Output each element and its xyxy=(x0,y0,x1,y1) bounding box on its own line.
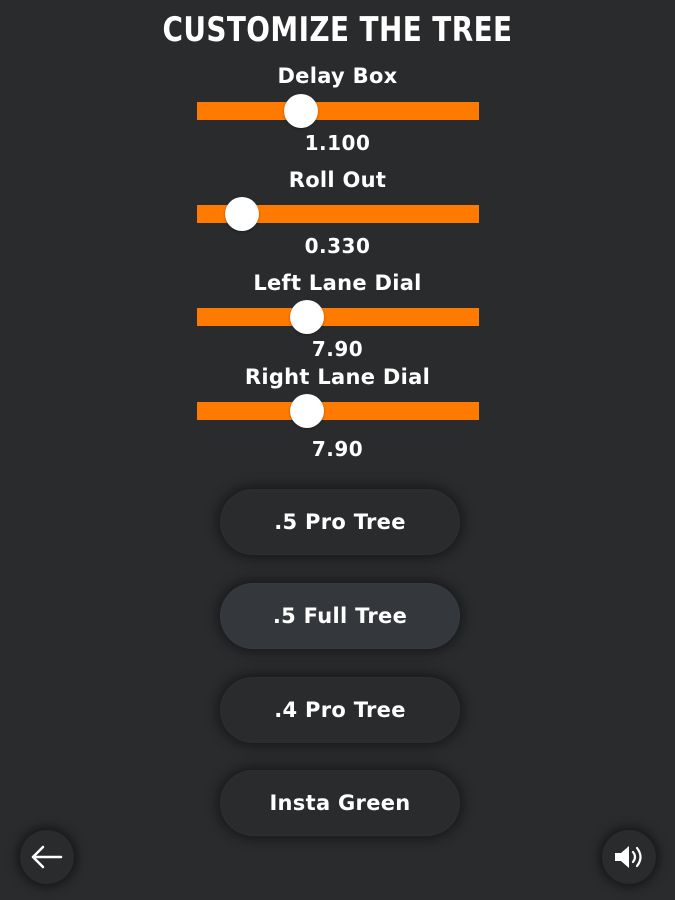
left-lane-dial-slider-thumb[interactable] xyxy=(289,300,324,334)
preset-label: .5 Pro Tree xyxy=(274,510,406,534)
roll-out-slider-thumb[interactable] xyxy=(225,197,260,231)
delay-box-value: 1.100 xyxy=(304,131,371,155)
preset-5-pro-tree-button[interactable]: .5 Pro Tree xyxy=(220,489,460,555)
roll-out-slider[interactable] xyxy=(197,197,479,231)
preset-label: .5 Full Tree xyxy=(272,604,408,628)
customize-tree-screen: CUSTOMIZE THE TREE Delay Box 1.100 Roll … xyxy=(0,0,675,900)
sound-button[interactable] xyxy=(602,830,656,884)
preset-5-full-tree-button[interactable]: .5 Full Tree xyxy=(220,583,460,649)
preset-label: Insta Green xyxy=(269,791,411,815)
delay-box-slider[interactable] xyxy=(197,94,479,128)
page-title: CUSTOMIZE THE TREE xyxy=(162,10,513,50)
right-lane-dial-value: 7.90 xyxy=(311,437,364,461)
preset-insta-green-button[interactable]: Insta Green xyxy=(220,770,460,836)
right-lane-dial-label: Right Lane Dial xyxy=(244,365,431,389)
left-lane-dial-label: Left Lane Dial xyxy=(253,271,422,295)
delay-box-slider-thumb[interactable] xyxy=(284,94,319,128)
preset-label: .4 Pro Tree xyxy=(274,698,406,722)
right-lane-dial-slider-thumb[interactable] xyxy=(289,394,324,428)
arrow-left-icon xyxy=(31,845,63,869)
delay-box-label: Delay Box xyxy=(277,64,398,88)
speaker-volume-icon xyxy=(615,846,642,868)
roll-out-value: 0.330 xyxy=(304,234,371,258)
left-lane-dial-slider[interactable] xyxy=(197,300,479,334)
back-button[interactable] xyxy=(20,830,74,884)
left-lane-dial-value: 7.90 xyxy=(311,337,364,361)
right-lane-dial-slider[interactable] xyxy=(197,394,479,428)
roll-out-label: Roll Out xyxy=(288,168,387,192)
preset-4-pro-tree-button[interactable]: .4 Pro Tree xyxy=(220,677,460,743)
